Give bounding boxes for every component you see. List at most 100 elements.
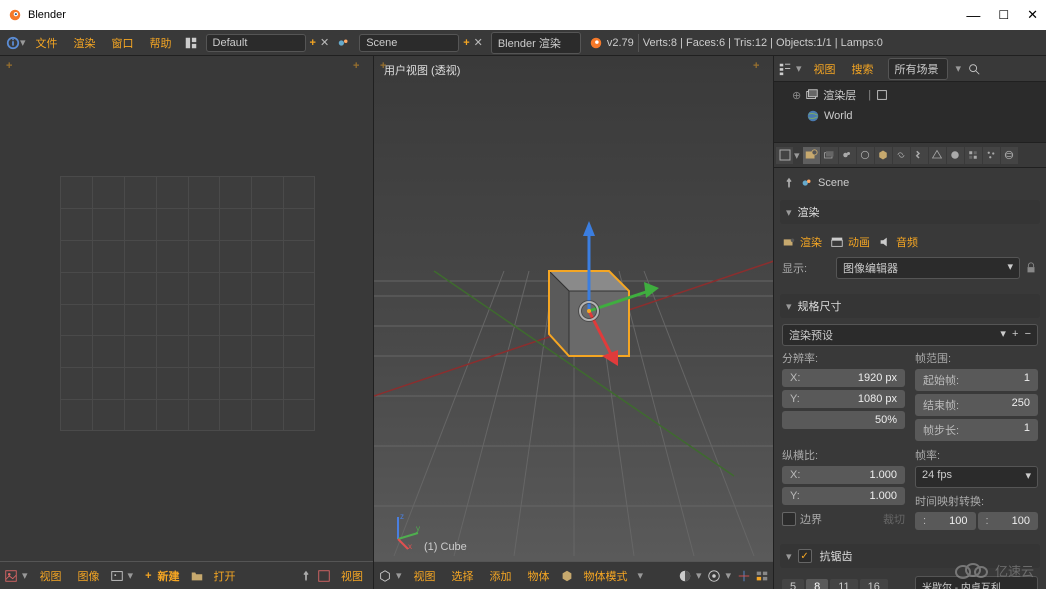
panel-render-header[interactable]: 渲染: [780, 200, 1040, 224]
aa-opt-11[interactable]: 11: [830, 579, 857, 589]
prop-tab-constraints[interactable]: [893, 147, 910, 164]
prop-tab-material[interactable]: [947, 147, 964, 164]
aa-opt-8[interactable]: 8: [806, 579, 828, 589]
new-image-button[interactable]: +新建: [139, 566, 185, 586]
prop-tab-texture[interactable]: [965, 147, 982, 164]
info-icon[interactable]: [6, 36, 20, 50]
menu-window[interactable]: 窗口: [104, 35, 142, 51]
audio-button[interactable]: 音频: [878, 234, 918, 250]
prop-tab-dropdown[interactable]: [776, 147, 793, 164]
menu-file[interactable]: 文件: [28, 35, 66, 51]
render-button[interactable]: 渲染: [782, 234, 822, 250]
add-scene-button[interactable]: +: [463, 37, 469, 49]
border-checkbox[interactable]: [782, 512, 796, 526]
aa-opt-16[interactable]: 16: [860, 579, 888, 589]
open-image-button[interactable]: 打开: [208, 566, 242, 586]
minimize-button[interactable]: —: [966, 7, 980, 23]
outliner-item-renderlayers[interactable]: ⊕ 渲染层 |: [774, 84, 1046, 106]
aa-enable-checkbox[interactable]: [798, 549, 812, 563]
uv-view[interactable]: + + /* drawn via static children below *…: [0, 56, 373, 561]
add-layout-button[interactable]: +: [310, 37, 316, 49]
editor-type-dropdown-3d[interactable]: [396, 569, 404, 582]
close-button[interactable]: ✕: [1027, 7, 1038, 23]
mode-select[interactable]: 物体模式: [578, 566, 634, 586]
menu-object[interactable]: 物体: [522, 566, 556, 586]
fps-select[interactable]: 24 fps▾: [915, 466, 1038, 488]
menu-select[interactable]: 选择: [446, 566, 480, 586]
pin-icon-props[interactable]: [782, 176, 796, 190]
panel-dimensions-header[interactable]: 规格尺寸: [780, 294, 1040, 318]
prop-tab-render[interactable]: [803, 147, 820, 164]
outliner-menu-view[interactable]: 视图: [808, 59, 842, 79]
scene-field[interactable]: Scene: [359, 34, 459, 52]
prop-editor-dropdown[interactable]: [794, 149, 802, 162]
image-slot-icon[interactable]: [317, 569, 331, 583]
outliner-item-world[interactable]: World: [774, 106, 1046, 126]
aa-samples-toggle[interactable]: 5 8 11 16: [782, 579, 905, 589]
res-pct-field[interactable]: 50%: [782, 411, 905, 429]
render-engine-select[interactable]: Blender 渲染: [491, 32, 581, 54]
editor-type-dropdown[interactable]: [20, 36, 28, 49]
outliner-display-dropdown[interactable]: [956, 62, 964, 75]
pin-icon[interactable]: [299, 569, 313, 583]
panel-aa-header[interactable]: 抗锯齿: [780, 544, 1040, 568]
mode-dropdown[interactable]: [638, 569, 646, 582]
prop-tab-world[interactable]: [857, 147, 874, 164]
pivot-icon[interactable]: [707, 569, 721, 583]
layout-icon[interactable]: [184, 36, 198, 50]
outliner-tree[interactable]: ⊕ 渲染层 | World: [774, 82, 1046, 142]
display-select[interactable]: 图像编辑器▾: [836, 257, 1020, 279]
prop-tab-modifiers[interactable]: [911, 147, 928, 164]
end-frame-field[interactable]: 结束帧:250: [915, 394, 1038, 416]
manipulator-icon[interactable]: [737, 569, 751, 583]
editor-type-dropdown-left[interactable]: [22, 569, 30, 582]
pivot-dropdown[interactable]: [725, 569, 733, 582]
res-x-field[interactable]: X:1920 px: [782, 369, 905, 387]
screen-layout-field[interactable]: Default: [206, 34, 306, 52]
aa-filter-select[interactable]: 米歇尔 - 内卓互利: [915, 576, 1038, 589]
res-y-field[interactable]: Y:1080 px: [782, 390, 905, 408]
layers-icon[interactable]: [755, 569, 769, 583]
shading-icon[interactable]: [678, 569, 692, 583]
aspect-x-field[interactable]: X:1.000: [782, 466, 905, 484]
menu-render[interactable]: 渲染: [66, 35, 104, 51]
outliner-icon[interactable]: [778, 62, 792, 76]
menu-view-left[interactable]: 视图: [34, 566, 68, 586]
prop-tab-physics[interactable]: [1001, 147, 1018, 164]
lock-icon[interactable]: [1024, 261, 1038, 275]
cube-editor-icon[interactable]: [378, 569, 392, 583]
menu-help[interactable]: 帮助: [142, 35, 180, 51]
image-browse-icon[interactable]: [110, 569, 124, 583]
animation-button[interactable]: 动画: [830, 234, 870, 250]
aa-opt-5[interactable]: 5: [782, 579, 804, 589]
prop-tab-data[interactable]: [929, 147, 946, 164]
outliner-display-mode[interactable]: 所有场景: [888, 58, 948, 80]
prop-tab-particles[interactable]: [983, 147, 1000, 164]
prop-tab-renderlayers[interactable]: [821, 147, 838, 164]
prop-tab-scene[interactable]: [839, 147, 856, 164]
prop-tab-object[interactable]: [875, 147, 892, 164]
step-frame-field[interactable]: 帧步长:1: [915, 419, 1038, 441]
3d-viewport[interactable]: + + 用户视图 (透视): [374, 56, 773, 561]
image-editor-icon[interactable]: [4, 569, 18, 583]
scene-crumb[interactable]: Scene: [818, 177, 849, 189]
menu-view2[interactable]: 视图: [335, 566, 369, 586]
shading-dropdown[interactable]: [696, 569, 704, 582]
menu-image[interactable]: 图像: [72, 566, 106, 586]
region-toggle-left[interactable]: +: [6, 60, 20, 74]
maximize-button[interactable]: ☐: [998, 8, 1009, 22]
menu-view-3d[interactable]: 视图: [408, 566, 442, 586]
search-icon[interactable]: [967, 62, 981, 76]
remap-old-field[interactable]: :100: [915, 512, 976, 530]
remove-scene-button[interactable]: ✕: [474, 36, 483, 49]
image-browse-dropdown[interactable]: [128, 569, 136, 582]
outliner-type-dropdown[interactable]: [796, 62, 804, 75]
start-frame-field[interactable]: 起始帧:1: [915, 369, 1038, 391]
remove-layout-button[interactable]: ✕: [320, 36, 329, 49]
render-preset-select[interactable]: 渲染预设▾ + −: [782, 324, 1038, 346]
region-toggle-right[interactable]: +: [353, 60, 367, 74]
aspect-y-field[interactable]: Y:1.000: [782, 487, 905, 505]
menu-add[interactable]: 添加: [484, 566, 518, 586]
outliner-menu-search[interactable]: 搜索: [846, 59, 880, 79]
remap-new-field[interactable]: :100: [978, 512, 1039, 530]
